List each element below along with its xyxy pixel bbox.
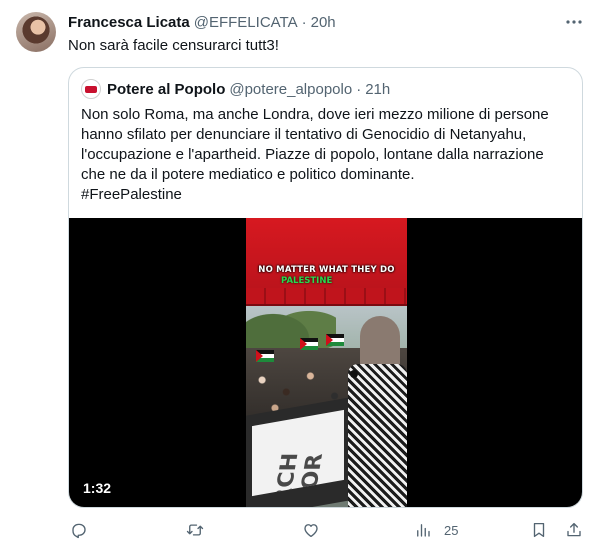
video-caption-highlight: PALESTINE [281,276,333,286]
author-name[interactable]: Francesca Licata [68,14,190,31]
share-button[interactable] [565,518,583,542]
quoted-text-line: Non solo Roma, ma anche Londra, dove ier… [81,106,549,123]
reply-button[interactable] [70,518,88,542]
author-handle[interactable]: @EFFELICATA [194,14,298,31]
like-button[interactable] [302,518,320,542]
tweet-actions: 25 [68,518,583,542]
separator-dot: · [301,13,307,31]
tweet-text: Non sarà facile censurarci tutt3! [68,37,279,54]
tweet[interactable]: Francesca Licata @EFFELICATA · 20h Non s… [0,0,600,555]
video-duration: 1:32 [83,480,112,496]
views-button[interactable]: 25 [414,518,458,542]
quoted-tweet-header: Potere al Popolo @potere_alpopolo · 21h [81,79,390,99]
video-speaker [346,316,407,507]
video-frame: RCH FOR NO MATTER WHAT THEY DO PALESTINE [246,218,407,507]
retweet-icon [186,524,204,536]
tweet-header: Francesca Licata @EFFELICATA · 20h [68,12,584,32]
quoted-text-line: hanno sfilato per denunciare il tentativ… [81,126,527,143]
bookmark-button[interactable] [530,518,548,542]
quoted-author-handle[interactable]: @potere_alpopolo [229,81,352,98]
video-caption: NO MATTER WHAT THEY DO [258,265,395,275]
quoted-tweet-time[interactable]: 21h [365,81,390,98]
retweet-button[interactable] [186,518,204,542]
more-dots-icon[interactable] [564,12,584,32]
views-count: 25 [444,522,459,538]
avatar[interactable] [16,12,56,52]
video-tent-edge [246,288,407,306]
quoted-text-line: che ne da il potere mediatico e politico… [81,166,415,183]
quoted-tweet[interactable]: Potere al Popolo @potere_alpopolo · 21h … [68,67,583,508]
microphone-icon [350,370,358,378]
share-icon [567,522,581,537]
heart-icon [304,524,318,538]
quoted-tweet-text: Non solo Roma, ma anche Londra, dove ier… [81,105,571,205]
separator-dot: · [356,80,362,98]
palestine-flag-icon [256,350,274,362]
video-speaker-scarf [348,364,407,507]
quoted-text-line: l'occupazione e l'apartheid. Piazze di p… [81,146,544,163]
tweet-time[interactable]: 20h [311,14,336,31]
reply-icon [72,523,86,539]
hashtag-link[interactable]: #FreePalestine [81,185,571,205]
quoted-avatar[interactable] [81,79,101,99]
palestine-flag-icon [326,334,344,346]
bookmark-icon [533,522,545,538]
quoted-author-name[interactable]: Potere al Popolo [107,81,225,98]
video-player[interactable]: RCH FOR NO MATTER WHAT THEY DO PALESTINE… [69,218,582,507]
palestine-flag-icon [300,338,318,350]
views-chart-icon [417,524,430,537]
